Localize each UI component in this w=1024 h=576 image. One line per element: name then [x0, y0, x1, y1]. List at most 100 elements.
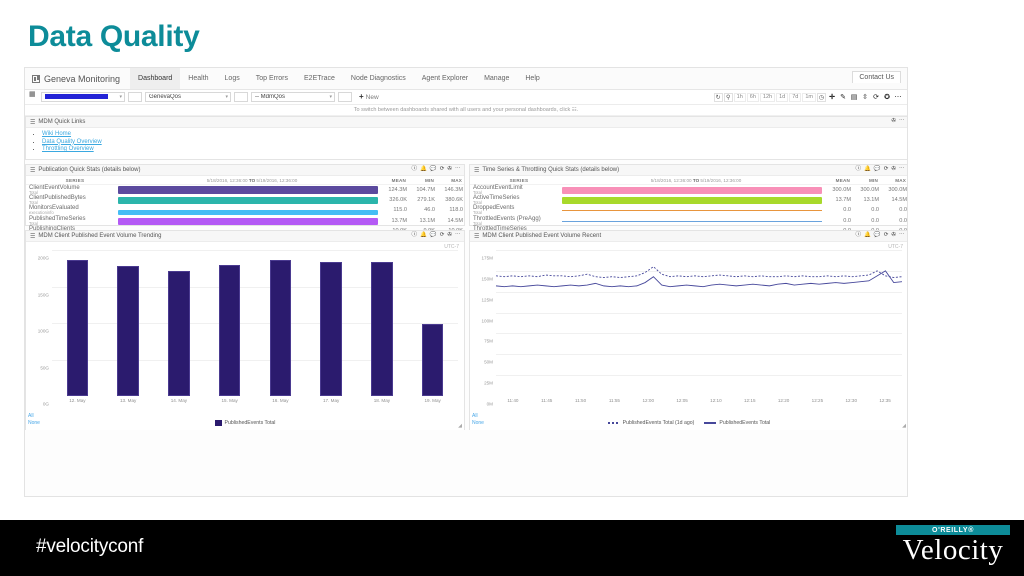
- settings-icon[interactable]: ✪: [882, 93, 892, 102]
- reload-icon[interactable]: ⟳: [871, 93, 881, 102]
- select-none-link[interactable]: None: [472, 420, 484, 427]
- more-icon[interactable]: ⋯: [899, 233, 905, 239]
- nav-item-manage[interactable]: Manage: [476, 68, 517, 89]
- info-icon[interactable]: ⓘ: [856, 167, 862, 173]
- bar[interactable]: [320, 261, 342, 396]
- column-max: MAX: [895, 177, 906, 183]
- refresh-circle-icon[interactable]: ↻: [713, 92, 723, 102]
- range-1h[interactable]: 1h: [733, 92, 746, 102]
- bar[interactable]: [371, 262, 393, 396]
- list-item: Wiki Home: [42, 131, 907, 137]
- add-icon[interactable]: ✛: [827, 93, 837, 102]
- legend-item[interactable]: PublishedEvents Total: [214, 420, 275, 426]
- more-icon[interactable]: ⋯: [893, 93, 903, 102]
- nav-item-node-diagnostics[interactable]: Node Diagnostics: [343, 68, 414, 89]
- clock-icon[interactable]: ◷: [817, 92, 826, 102]
- menu-icon[interactable]: ☰: [30, 119, 35, 126]
- bell-icon[interactable]: 🔔: [420, 167, 427, 173]
- refresh-icon[interactable]: ⟳: [884, 233, 889, 239]
- contact-us-button[interactable]: Contact Us: [852, 71, 901, 83]
- menu-icon[interactable]: ☰: [474, 167, 479, 174]
- nav-item-top-errors[interactable]: Top Errors: [248, 68, 296, 89]
- link-wiki-home[interactable]: Wiki Home: [42, 131, 71, 137]
- nav-item-logs[interactable]: Logs: [217, 68, 248, 89]
- bell-icon[interactable]: 🔔: [864, 233, 871, 239]
- bell-icon[interactable]: 🔔: [420, 233, 427, 239]
- range-6h[interactable]: 6h: [746, 92, 759, 102]
- link-icon[interactable]: ✇: [447, 167, 452, 173]
- pin-icon[interactable]: ⚲: [723, 92, 733, 102]
- comment-icon[interactable]: 💬: [874, 167, 881, 173]
- bell-icon[interactable]: 🔔: [864, 167, 871, 173]
- more-icon[interactable]: ⋯: [899, 167, 905, 173]
- velocity-logo: O'REILLY® Velocity: [896, 525, 1010, 566]
- stat-label: AccountEventLimit Total: [470, 185, 562, 195]
- legend-item[interactable]: PublishedEvents Total (1d ago): [607, 420, 694, 426]
- comment-icon[interactable]: 💬: [874, 233, 881, 239]
- select-none-link[interactable]: None: [28, 420, 40, 427]
- link-icon[interactable]: ✇: [891, 167, 896, 173]
- stat-min: 300.0M: [860, 187, 879, 194]
- namespace-dropdown-value: GenevaQos: [149, 94, 182, 100]
- save-icon[interactable]: ▤: [849, 93, 859, 102]
- link-icon[interactable]: ✇: [447, 233, 452, 239]
- compare-icon[interactable]: ⇳: [860, 93, 870, 102]
- refresh-icon[interactable]: ⟳: [884, 167, 889, 173]
- bar[interactable]: [66, 259, 89, 396]
- menu-icon[interactable]: ☰: [474, 233, 479, 240]
- range-1d[interactable]: 1d: [776, 92, 789, 102]
- stat-mean: 13.7M: [835, 197, 851, 204]
- stat-mean: 300.0M: [832, 187, 851, 194]
- menu-icon[interactable]: ☰: [30, 167, 35, 174]
- resize-handle[interactable]: ◢: [902, 423, 906, 429]
- sparkline-shape: [562, 197, 822, 205]
- refresh-icon[interactable]: ⟳: [440, 167, 445, 173]
- comment-icon[interactable]: 💬: [430, 167, 437, 173]
- range-12h[interactable]: 12h: [759, 92, 776, 102]
- link-icon[interactable]: ✇: [891, 233, 896, 239]
- account-dropdown[interactable]: ▾: [41, 92, 125, 102]
- edit-icon[interactable]: ✎: [838, 93, 848, 102]
- dashboard-dropdown[interactable]: -- MdmQos ▾: [251, 92, 335, 102]
- recent-x-axis: 11:40 11:45 11:50 11:55 12:00 12:05 12:10 12:15…: [496, 398, 902, 408]
- more-icon[interactable]: ⋯: [455, 233, 461, 239]
- nav-item-agent-explorer[interactable]: Agent Explorer: [414, 68, 476, 89]
- nav-item-help[interactable]: Help: [517, 68, 547, 89]
- link-data-quality-overview[interactable]: Data Quality Overview: [42, 139, 102, 145]
- dashboard-hint: To switch between dashboards shared with…: [25, 105, 907, 116]
- namespace-dropdown[interactable]: GenevaQos ▾: [145, 92, 231, 102]
- menu-icon[interactable]: ☰: [30, 233, 35, 240]
- stat-sparkline: [562, 205, 822, 215]
- legend-item[interactable]: PublishedEvents Total: [704, 420, 770, 426]
- link-throttling-overview[interactable]: Throttling Overview: [42, 146, 94, 152]
- bar[interactable]: [168, 271, 190, 396]
- info-icon[interactable]: ⓘ: [856, 233, 862, 239]
- timeseries-stats-rows: AccountEventLimit Total 300.0M 300.0M 300.0M…: [470, 185, 907, 236]
- link-icon[interactable]: ✇: [891, 119, 896, 125]
- info-icon[interactable]: ⓘ: [412, 167, 418, 173]
- more-icon[interactable]: ⋯: [899, 119, 905, 125]
- bar[interactable]: [421, 324, 444, 396]
- nav-item-e2etrace[interactable]: E2ETrace: [296, 68, 343, 89]
- stat-min: 13.1M: [419, 217, 435, 224]
- bar[interactable]: [269, 259, 292, 396]
- nav-item-health[interactable]: Health: [180, 68, 216, 89]
- new-dashboard-button[interactable]: + New: [359, 93, 379, 101]
- bar[interactable]: [218, 264, 241, 396]
- range-1m[interactable]: 1m: [802, 92, 816, 102]
- stat-sparkline: [118, 185, 378, 195]
- more-icon[interactable]: ⋯: [455, 167, 461, 173]
- publication-quick-stats-panel: ☰ Publication Quick Stats (details below…: [25, 164, 465, 235]
- dashboard-switch-icon[interactable]: [29, 90, 36, 101]
- stat-min: 0.0: [871, 217, 879, 224]
- nav-item-dashboard[interactable]: Dashboard: [130, 68, 181, 89]
- refresh-icon[interactable]: ⟳: [440, 233, 445, 239]
- comment-icon[interactable]: 💬: [430, 233, 437, 239]
- stat-label: DroppedEvents Total: [470, 205, 562, 215]
- info-icon[interactable]: ⓘ: [412, 233, 418, 239]
- select-all-link[interactable]: All: [472, 413, 484, 420]
- select-all-link[interactable]: All: [28, 413, 40, 420]
- resize-handle[interactable]: ◢: [458, 423, 462, 429]
- range-7d[interactable]: 7d: [789, 92, 802, 102]
- bar[interactable]: [117, 266, 139, 396]
